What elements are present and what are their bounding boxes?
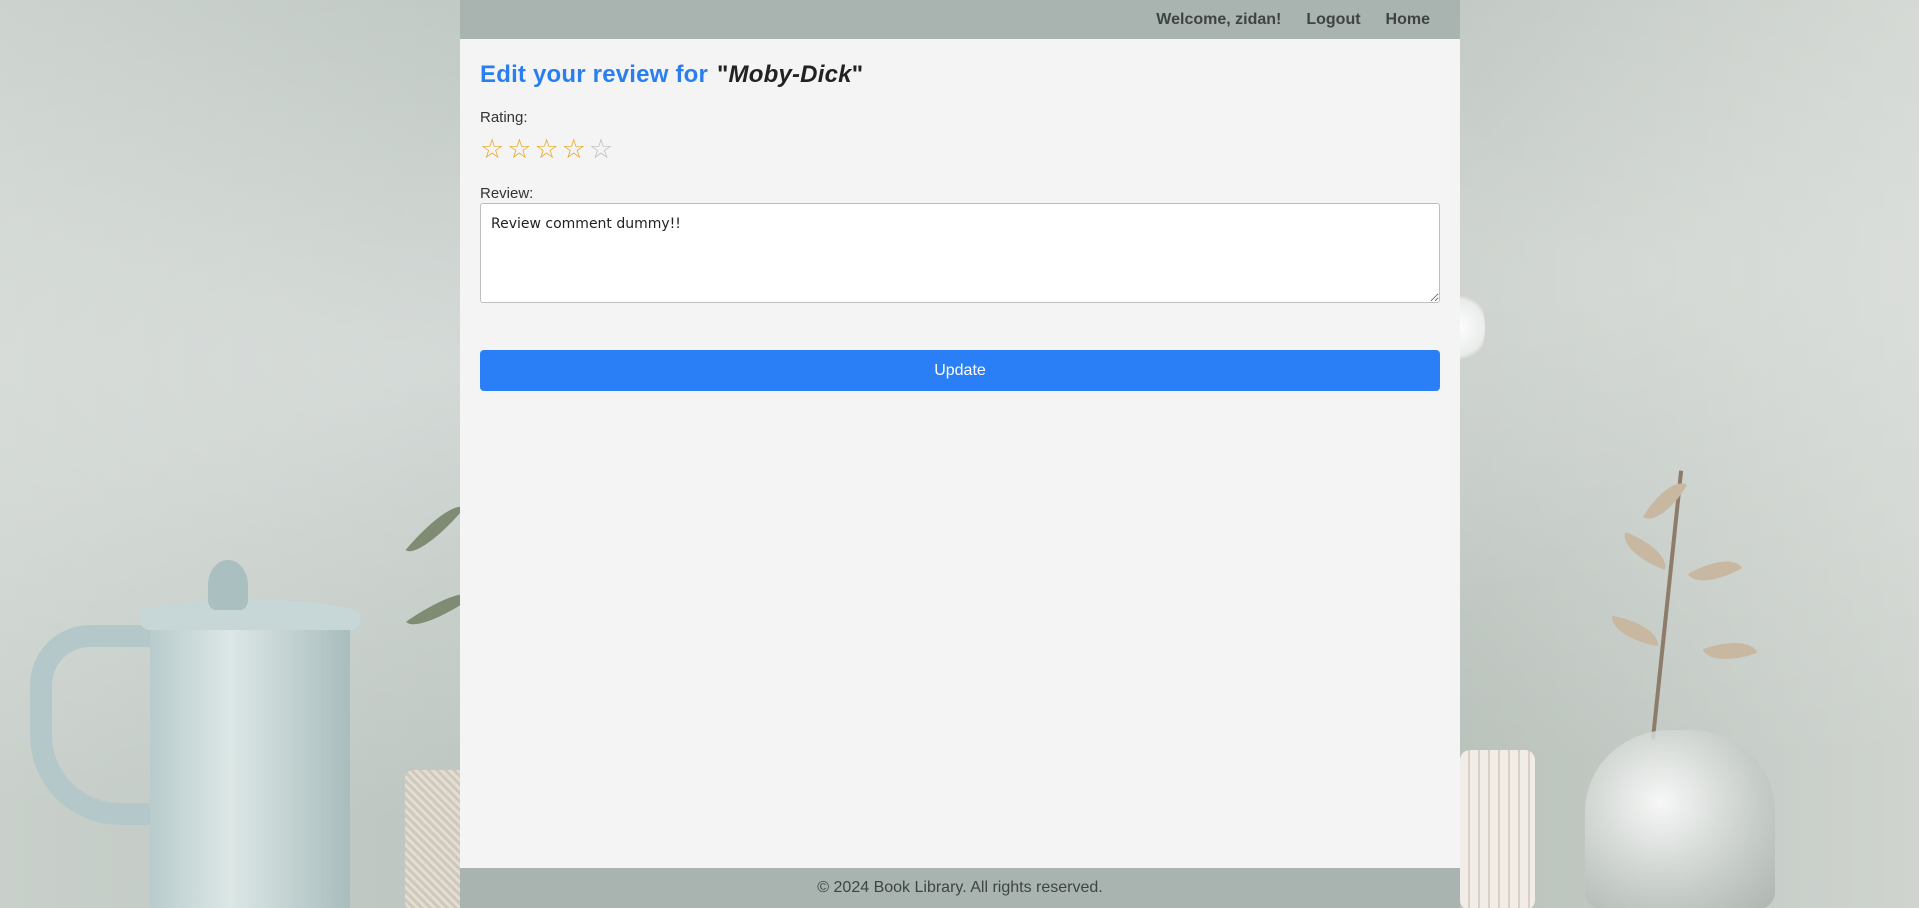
main-panel: Welcome, zidan! Logout Home Edit your re…: [460, 0, 1460, 908]
vase-decoration: [1585, 730, 1775, 908]
star-icon[interactable]: ☆: [534, 136, 558, 163]
edit-review-form: Edit your review for "Moby-Dick" Rating:…: [460, 39, 1460, 868]
page-title: Edit your review for "Moby-Dick": [480, 61, 1440, 89]
pitcher-lid-decoration: [140, 600, 360, 630]
quote-open: ": [716, 61, 729, 88]
review-label: Review:: [480, 185, 534, 202]
welcome-text: Welcome, zidan!: [1156, 10, 1282, 28]
jar-decoration: [1460, 750, 1535, 908]
star-icon[interactable]: ☆: [507, 136, 531, 163]
logout-link[interactable]: Logout: [1306, 11, 1360, 29]
top-navbar: Welcome, zidan! Logout Home: [460, 0, 1460, 39]
star-icon[interactable]: ☆: [480, 136, 504, 163]
pitcher-knob-decoration: [208, 560, 248, 610]
update-button[interactable]: Update: [480, 350, 1440, 391]
rating-label: Rating:: [480, 109, 528, 126]
star-icon[interactable]: ☆: [562, 136, 586, 163]
cup-decoration: [405, 770, 465, 908]
quote-close: ": [851, 61, 864, 88]
title-prefix: Edit your review for: [480, 61, 709, 88]
footer-text: © 2024 Book Library. All rights reserved…: [817, 879, 1103, 896]
book-title: Moby-Dick: [728, 61, 852, 88]
star-icon[interactable]: ☆: [589, 136, 613, 163]
review-textarea[interactable]: Review comment dummy!!: [480, 203, 1440, 303]
star-rating: ☆ ☆ ☆ ☆ ☆: [480, 136, 1440, 163]
pitcher-decoration: [150, 610, 350, 908]
footer: © 2024 Book Library. All rights reserved…: [460, 868, 1460, 908]
home-link[interactable]: Home: [1386, 11, 1430, 29]
